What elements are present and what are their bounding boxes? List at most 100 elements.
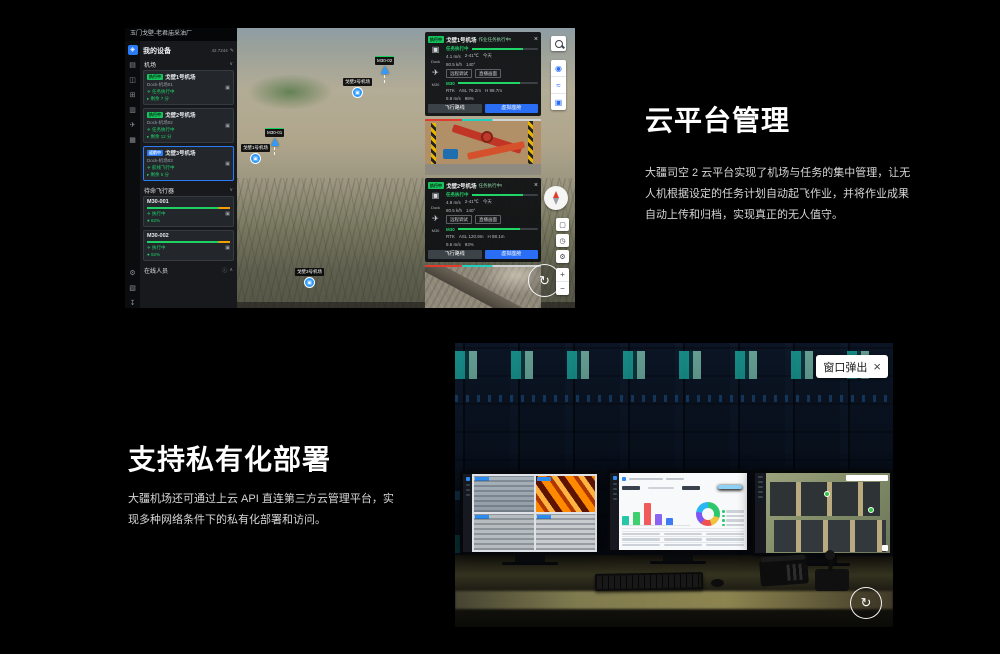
section-body-private: 大疆机场还可通过上云 API 直连第三方云管理平台，实现多种网络条件下的私有化部… [128, 489, 396, 531]
live-view-button[interactable]: 直播画面 [475, 215, 501, 224]
group-header-dock[interactable]: 机场 ∨ [143, 58, 234, 70]
server-room-photo: 窗口弹出 × ↻ [455, 343, 893, 627]
rail-task-icon[interactable]: ⊞ [130, 92, 136, 100]
dock-icon: ▣ [304, 277, 315, 288]
dashboard-logo [622, 477, 626, 481]
popout-window-button[interactable]: 窗口弹出 × [816, 355, 888, 378]
chevron-up-icon: ∧ [229, 267, 233, 273]
camera-icon[interactable]: ▣ [225, 85, 230, 91]
joystick [815, 569, 849, 591]
dashboard-table [622, 531, 744, 547]
map-marker [868, 507, 874, 513]
close-icon[interactable]: × [873, 360, 881, 373]
map-marker-dock[interactable]: 戈壁3号机场 ▣ [295, 268, 324, 288]
status-badge: 执行中 [147, 112, 163, 118]
camera-icon[interactable]: ▣ [225, 211, 230, 217]
mouse [711, 579, 724, 587]
flight-route-button[interactable]: 飞行路线 [428, 250, 482, 259]
dock-camera-feed[interactable] [425, 119, 541, 175]
dock-icon: ▣ [352, 87, 363, 98]
rail-library-icon[interactable]: ▦ [129, 137, 136, 145]
zoom-out-button[interactable]: − [556, 282, 569, 295]
map-tools-group: ◉ ≈ ▣ [551, 60, 566, 110]
status-badge: 执行中 [147, 74, 163, 80]
monitor-app-sidebar [463, 474, 472, 552]
zoom-control: + − [556, 268, 569, 295]
fullscreen-button[interactable]: ▢ [556, 218, 569, 231]
dock-card-selected[interactable]: 返航中 戈壁3号机场 Dock-机场03 ✈ 航线飞行中 ▸ 剩余 5 分 ▣ [143, 146, 234, 181]
drone-card[interactable]: M30-002 ✈ 执行中 ● 92% ▣ [143, 230, 234, 261]
device-overlay-stack: 执行中 戈壁1号机场 作业任务执行中! × ▣ Dock ✈ M30 [425, 32, 541, 308]
rail-log-icon[interactable]: ▧ [129, 285, 136, 293]
pin-tool-button[interactable]: ◉ [551, 60, 566, 77]
drone-card[interactable]: M30-001 ✈ 执行中 ● 82% ▣ [143, 196, 234, 227]
group-header-online[interactable]: 在线人员 ⓘ ∧ [143, 264, 234, 276]
replay-button[interactable]: ↻ [850, 587, 882, 619]
dock-icon: ▣ [432, 192, 440, 200]
rail-settings-icon[interactable]: ⚙ [129, 270, 135, 278]
frame-tool-button[interactable]: ▣ [551, 94, 566, 110]
virtual-cockpit-button[interactable]: 虚拟座舱 [485, 104, 539, 113]
zoom-in-button[interactable]: + [556, 268, 569, 282]
monitor-dashboard [607, 470, 750, 553]
route-tool-button[interactable]: ≈ [551, 77, 566, 94]
chevron-down-icon: ∨ [229, 187, 233, 193]
settings-button[interactable]: ⚙ [556, 250, 569, 263]
map-marker-dock[interactable]: 戈壁2号机场 ▣ [343, 78, 372, 98]
compass-south-needle [553, 198, 559, 205]
close-icon[interactable]: × [534, 36, 538, 43]
desk-light-strip [455, 591, 893, 609]
rail-export-icon[interactable]: ↧ [130, 300, 136, 308]
camera-tile-solar-field [536, 514, 596, 550]
status-badge: 执行中 [428, 36, 444, 43]
map-marker-dock[interactable]: 戈壁1号机场 ▣ [241, 144, 270, 164]
search-button[interactable] [551, 36, 566, 51]
desk-phone [759, 557, 809, 586]
rail-dock-icon[interactable]: ▤ [129, 62, 136, 70]
camera-icon[interactable]: ▣ [225, 245, 230, 251]
popout-label: 窗口弹出 [823, 359, 867, 375]
map-search-bar [846, 475, 888, 481]
solar-array-blocks [774, 520, 886, 552]
map-marker-drone[interactable]: M30-02 [375, 56, 394, 83]
device-list-panel: 我的设备 42.7244 ✎ 机场 ∨ 执行中 戈壁1号机场 Dock-机场01… [140, 41, 237, 308]
sidebar-rail: ◈ ▤ ◫ ⊞ ▥ ✈ ▦ ⚙ ▧ ↧ [125, 41, 140, 308]
dock-card[interactable]: 执行中 戈壁2号机场 Dock-机场02 ✈ 任务执行中 ▸ 剩余 12 分 ▣ [143, 108, 234, 143]
dashboard-content [619, 473, 747, 550]
history-button[interactable]: ◷ [556, 234, 569, 247]
virtual-cockpit-button[interactable]: 虚拟座舱 [485, 250, 539, 259]
live-view-button[interactable]: 直播画面 [475, 69, 501, 78]
compass-control[interactable] [544, 186, 568, 210]
drone-icon: ✈ [432, 69, 439, 77]
dock-card[interactable]: 执行中 戈壁1号机场 Dock-机场01 ✈ 任务执行中 ▸ 剩余 7 分 ▣ [143, 70, 234, 105]
edit-icon[interactable]: ✎ [230, 48, 234, 54]
section-title-private: 支持私有化部署 [128, 443, 331, 477]
flighthub-screenshot: 玉门戈壁-老君庙采油厂 ◈ ▤ ◫ ⊞ ▥ ✈ ▦ ⚙ ▧ ↧ 我的设备 42.… [125, 28, 575, 308]
map-canvas[interactable]: M30-02 戈壁2号机场 ▣ M30-01 戈壁1号机场 ▣ 戈壁3号机场 ▣ [237, 28, 575, 308]
monitor-map [752, 470, 893, 556]
rail-flight-icon[interactable]: ✈ [130, 122, 136, 130]
camera-icon[interactable]: ▣ [225, 123, 230, 129]
panel-coordinates: 42.7244 [212, 48, 228, 53]
panel-title: 我的设备 [143, 46, 212, 56]
rail-map-icon[interactable]: ▥ [129, 107, 136, 115]
project-titlebar: 玉门戈壁-老君庙采油厂 [125, 28, 243, 41]
battery-bar [147, 241, 230, 243]
battery-percent: 98% [465, 96, 474, 101]
app-logo-icon[interactable]: ◈ [128, 45, 138, 55]
monitor-app-sidebar [755, 473, 766, 553]
device-status-panel: 执行中 戈壁1号机场 作业任务执行中! × ▣ Dock ✈ M30 [425, 32, 541, 116]
remote-debug-button[interactable]: 远程调试 [446, 215, 472, 224]
section-body-cloud: 大疆司空 2 云平台实现了机场与任务的集中管理，让无人机根据设定的任务计划自动起… [645, 163, 913, 226]
remote-debug-button[interactable]: 远程调试 [446, 69, 472, 78]
flight-route-button[interactable]: 飞行路线 [428, 104, 482, 113]
camera-icon[interactable]: ▣ [225, 161, 230, 167]
close-icon[interactable]: × [534, 182, 538, 189]
device-status-panel: 执行中 戈壁2号机场 任务执行中! × ▣ Dock ✈ M30 [425, 178, 541, 262]
status-badge: 执行中 [428, 182, 444, 189]
section-title-cloud: 云平台管理 [645, 104, 790, 138]
rail-media-icon[interactable]: ◫ [129, 77, 136, 85]
drone-camera-feed[interactable] [425, 265, 541, 308]
group-header-standby[interactable]: 待命飞行器 ∨ [143, 184, 234, 196]
drone-icon [271, 138, 279, 146]
